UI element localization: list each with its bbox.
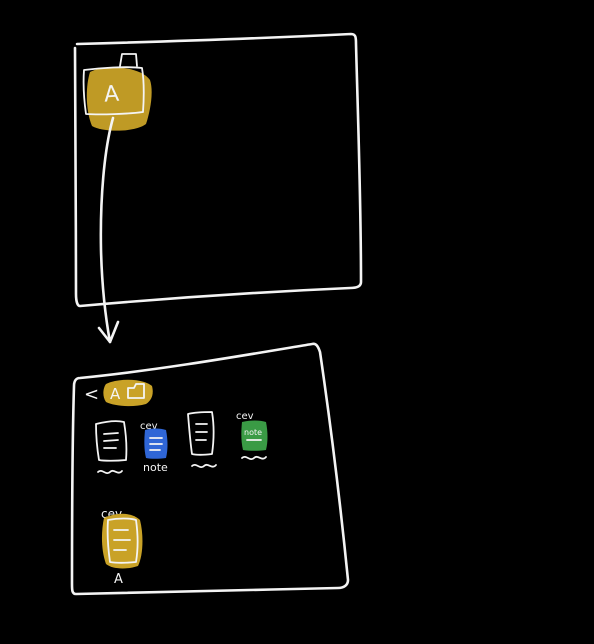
back-chevron-icon[interactable]: < bbox=[84, 384, 99, 405]
file-plain-document-2[interactable] bbox=[187, 411, 217, 469]
document-lines bbox=[103, 432, 119, 449]
sketch-canvas: A < A cev note cev note cev A bbox=[70, 32, 363, 596]
green-note-caption-squiggle bbox=[241, 455, 267, 461]
document-caption-squiggle bbox=[97, 469, 123, 475]
folder-tab bbox=[119, 53, 138, 67]
bottom-header: < A bbox=[84, 379, 153, 407]
document-icon bbox=[187, 411, 215, 456]
header-letter: A bbox=[110, 385, 121, 403]
top-screen: A bbox=[73, 32, 363, 344]
document-lines bbox=[195, 423, 208, 441]
folder-item-label: A bbox=[114, 572, 123, 587]
arrow-shaft bbox=[99, 116, 115, 344]
folder-item-a[interactable]: cev A bbox=[101, 507, 143, 587]
green-note-inner-label: note bbox=[244, 428, 262, 437]
bottom-screen: < A cev note cev note cev A bbox=[70, 342, 350, 596]
blue-note-caption: note bbox=[143, 461, 168, 474]
green-note-tag: cev bbox=[236, 411, 254, 422]
document-caption-squiggle bbox=[191, 463, 217, 469]
file-plain-document-1[interactable] bbox=[95, 420, 128, 475]
file-green-note[interactable]: cev note bbox=[236, 411, 268, 461]
file-blue-note[interactable]: cev note bbox=[140, 421, 168, 474]
top-folder-letter: A bbox=[103, 82, 120, 108]
top-folder-icon[interactable]: A bbox=[82, 53, 152, 131]
